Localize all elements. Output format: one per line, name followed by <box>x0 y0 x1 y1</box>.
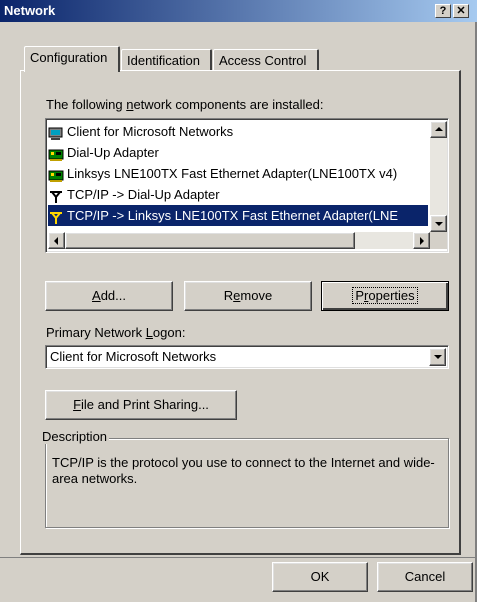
description-group: Description TCP/IP is the protocol you u… <box>40 429 449 528</box>
list-item[interactable]: Client for Microsoft Networks <box>48 121 428 142</box>
list-item-label: Client for Microsoft Networks <box>67 124 234 139</box>
ok-button-label: OK <box>310 569 330 584</box>
list-item[interactable]: Linksys LNE100TX Fast Ethernet Adapter(L… <box>48 163 428 184</box>
tab-access-control[interactable]: Access Control <box>213 49 319 71</box>
title-bar[interactable]: Network ? ✕ <box>0 0 477 22</box>
client-icon <box>48 126 64 140</box>
ok-button[interactable]: OK <box>272 562 368 592</box>
description-text: TCP/IP is the protocol you use to connec… <box>52 455 435 486</box>
tab-configuration-label: Configuration <box>30 50 108 65</box>
arrow-up-icon <box>434 127 443 131</box>
add-button-label: Add... <box>92 288 126 303</box>
arrow-left-icon <box>54 237 58 245</box>
list-item-label: TCP/IP -> Dial-Up Adapter <box>67 187 220 202</box>
file-print-sharing-button[interactable]: File and Print Sharing... <box>45 390 237 420</box>
list-item-selected[interactable]: TCP/IP -> Linksys LNE100TX Fast Ethernet… <box>48 205 428 226</box>
primary-logon-select[interactable]: Client for Microsoft Networks <box>45 345 449 369</box>
list-item-label: Linksys LNE100TX Fast Ethernet Adapter(L… <box>67 166 398 181</box>
file-print-sharing-label: File and Print Sharing... <box>73 397 209 412</box>
add-button[interactable]: Add... <box>45 281 173 311</box>
tab-access-control-label: Access Control <box>219 53 307 68</box>
horizontal-scrollbar[interactable] <box>48 232 430 249</box>
tab-identification[interactable]: Identification <box>121 49 212 71</box>
components-label: The following network components are ins… <box>46 97 324 112</box>
help-button[interactable]: ? <box>435 4 451 18</box>
arrow-down-icon <box>434 222 443 226</box>
chevron-down-icon <box>433 355 442 359</box>
protocol-icon <box>48 189 64 203</box>
scroll-left-button[interactable] <box>48 232 65 249</box>
list-item-label: Dial-Up Adapter <box>67 145 159 160</box>
primary-logon-value: Client for Microsoft Networks <box>50 349 217 364</box>
help-icon: ? <box>439 5 447 17</box>
scroll-corner <box>430 232 447 249</box>
vertical-scrollbar[interactable] <box>430 121 447 232</box>
adapter-icon <box>48 147 64 161</box>
scroll-down-button[interactable] <box>430 215 447 232</box>
scroll-up-button[interactable] <box>430 121 447 138</box>
list-item[interactable]: Dial-Up Adapter <box>48 142 428 163</box>
adapter-icon <box>48 168 64 182</box>
network-dialog: Network ? ✕ Configuration Identification… <box>0 0 477 602</box>
properties-button-label: Properties <box>352 287 418 304</box>
protocol-icon <box>48 210 64 224</box>
remove-button-label: Remove <box>223 288 273 303</box>
properties-button[interactable]: Properties <box>321 281 449 311</box>
arrow-right-icon <box>420 237 424 245</box>
remove-button[interactable]: Remove <box>184 281 312 311</box>
primary-logon-label: Primary Network Logon: <box>46 325 186 340</box>
cancel-button[interactable]: Cancel <box>377 562 473 592</box>
footer-separator <box>0 557 477 558</box>
list-item[interactable]: TCP/IP -> Dial-Up Adapter <box>48 184 428 205</box>
tab-configuration[interactable]: Configuration <box>24 46 120 72</box>
list-item-label: TCP/IP -> Linksys LNE100TX Fast Ethernet… <box>67 208 399 223</box>
cancel-button-label: Cancel <box>404 569 446 584</box>
window-title: Network <box>4 3 56 18</box>
close-button[interactable]: ✕ <box>453 4 469 18</box>
horizontal-scroll-thumb[interactable] <box>65 232 355 249</box>
scroll-right-button[interactable] <box>413 232 430 249</box>
description-title: Description <box>40 429 110 444</box>
components-list[interactable]: Client for Microsoft Networks Dial-Up Ad… <box>45 118 449 253</box>
close-icon: ✕ <box>456 5 466 17</box>
tab-identification-label: Identification <box>127 53 200 68</box>
dropdown-button[interactable] <box>429 348 446 366</box>
